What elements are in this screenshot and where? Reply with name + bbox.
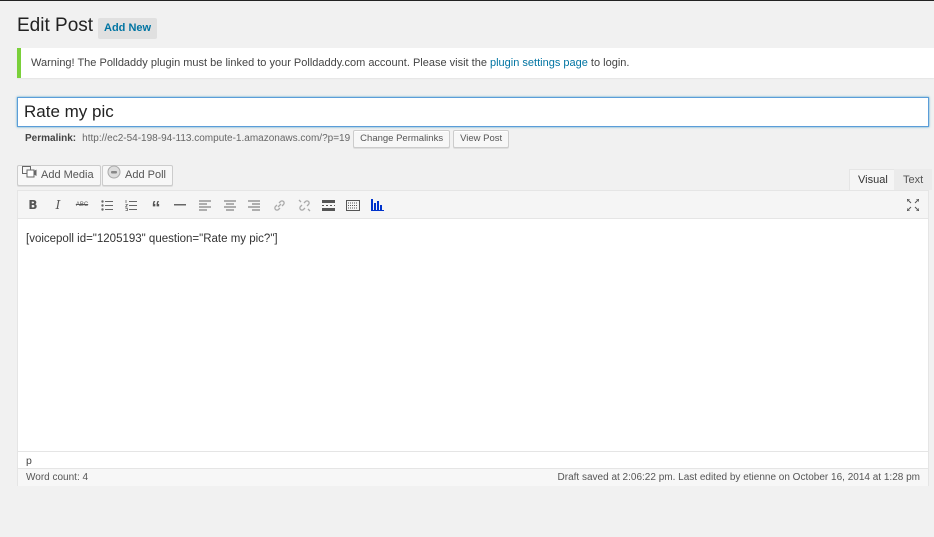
add-media-button[interactable]: Add Media xyxy=(17,165,101,186)
align-left-icon[interactable] xyxy=(196,196,214,214)
read-more-icon[interactable] xyxy=(319,196,337,214)
warning-notice: Warning! The Polldaddy plugin must be li… xyxy=(17,48,934,78)
strikethrough-icon[interactable]: ABC xyxy=(73,196,91,214)
add-poll-label: Add Poll xyxy=(125,169,166,181)
view-post-button[interactable]: View Post xyxy=(453,130,510,148)
italic-icon[interactable]: I xyxy=(49,196,67,214)
toolbar-toggle-icon[interactable] xyxy=(344,196,362,214)
align-right-icon[interactable] xyxy=(245,196,263,214)
add-media-icon xyxy=(22,165,37,186)
poll-icon xyxy=(107,165,121,186)
editor-path: p xyxy=(18,451,928,469)
page-title: Edit Post xyxy=(17,15,94,36)
fullscreen-icon[interactable] xyxy=(904,196,922,214)
link-icon[interactable] xyxy=(270,196,288,214)
permalink-row: Permalink: http://ec2-54-198-94-113.comp… xyxy=(25,130,510,148)
tab-visual[interactable]: Visual xyxy=(849,169,897,190)
polldaddy-icon[interactable] xyxy=(368,196,386,214)
change-permalinks-button[interactable]: Change Permalinks xyxy=(353,130,451,148)
autosave-status: Draft saved at 2:06:22 pm. Last edited b… xyxy=(557,472,920,483)
post-title-input[interactable] xyxy=(17,97,929,127)
numbered-list-icon[interactable] xyxy=(122,196,140,214)
permalink-url[interactable]: http://ec2-54-198-94-113.compute-1.amazo… xyxy=(82,130,350,148)
editor-content[interactable]: [voicepoll id="1205193" question="Rate m… xyxy=(18,220,928,451)
permalink-label: Permalink: xyxy=(25,133,77,144)
post-editor: B I ABC “ [voicepoll id="1205193" questi… xyxy=(17,190,929,486)
editor-toolbar: B I ABC “ xyxy=(18,191,928,219)
bullet-list-icon[interactable] xyxy=(98,196,116,214)
tab-text[interactable]: Text xyxy=(894,169,933,190)
add-poll-button[interactable]: Add Poll xyxy=(102,165,173,186)
align-center-icon[interactable] xyxy=(221,196,239,214)
blockquote-icon[interactable]: “ xyxy=(147,196,165,218)
word-count: Word count: 4 xyxy=(26,472,89,483)
editor-status-bar: Word count: 4 Draft saved at 2:06:22 pm.… xyxy=(18,468,928,486)
notice-text: Warning! The Polldaddy plugin must be li… xyxy=(31,57,490,69)
add-media-label: Add Media xyxy=(41,169,94,181)
plugin-settings-link[interactable]: plugin settings page xyxy=(490,57,588,69)
notice-text-end: to login. xyxy=(587,57,630,69)
bold-icon[interactable]: B xyxy=(24,196,42,214)
unlink-icon[interactable] xyxy=(295,196,313,214)
horizontal-rule-icon[interactable] xyxy=(171,196,189,214)
add-new-button[interactable]: Add New xyxy=(98,18,158,39)
